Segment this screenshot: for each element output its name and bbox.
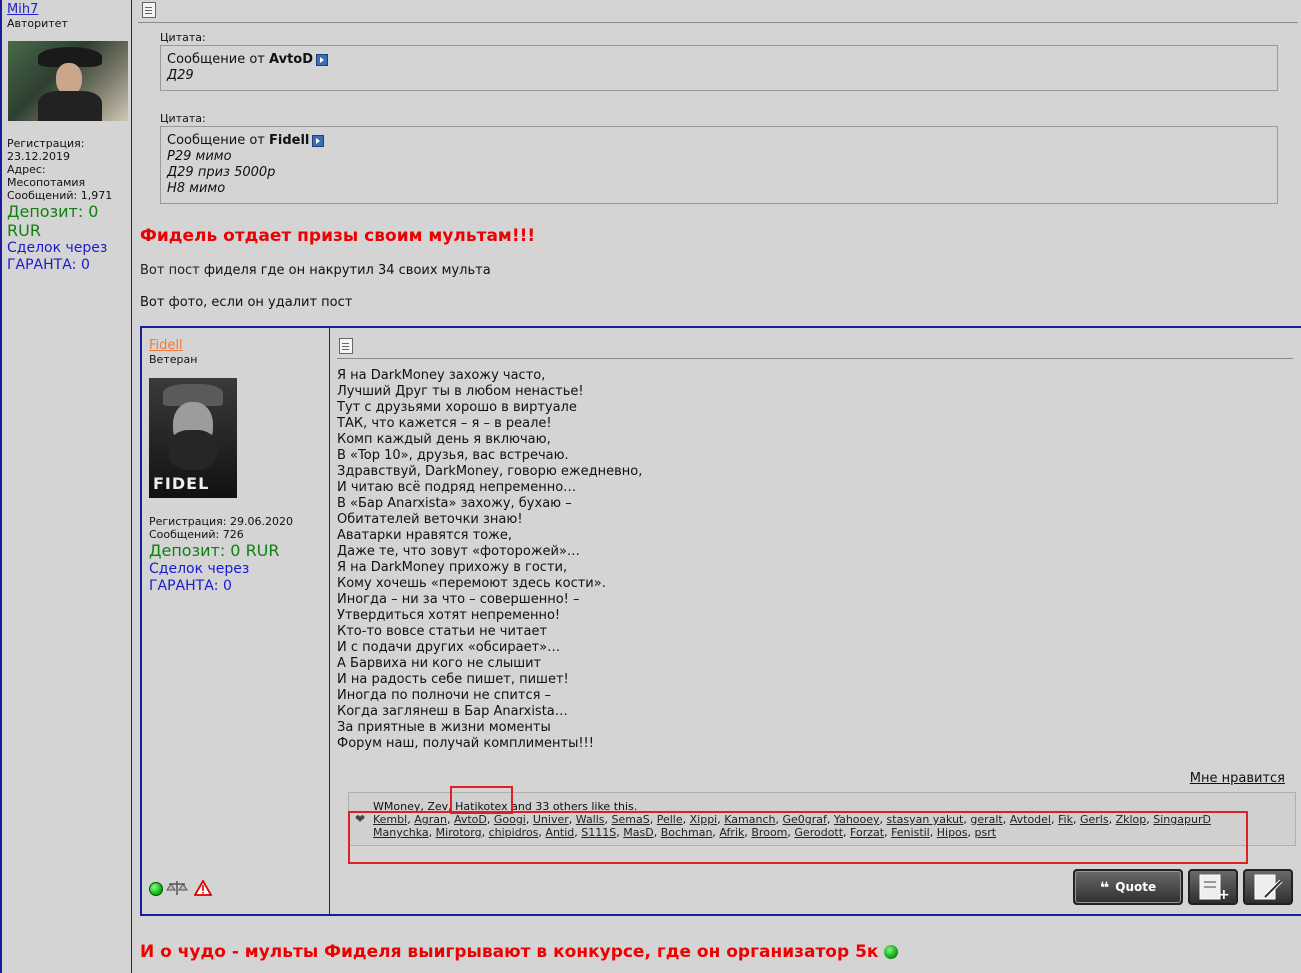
embedded-post-screenshot: Fidell Ветеран FIDEL Регистрация: 29.06.… <box>140 326 1301 916</box>
outer-user-address: Адрес: Месопотамия <box>7 163 86 189</box>
highlight-box-name <box>450 786 513 814</box>
outer-user-posts: Сообщений: 1,971 <box>7 189 113 202</box>
inner-post-icon <box>339 338 353 354</box>
quote-line: Р29 мимо <box>167 149 232 164</box>
inner-avatar-text: FIDEL <box>153 474 210 493</box>
quote-line: Д29 приз 5000р <box>167 165 276 180</box>
view-post-arrow-icon[interactable] <box>312 134 325 147</box>
svg-text:+: + <box>1218 887 1230 901</box>
quote-line: Н8 мимо <box>167 181 226 196</box>
reply-button[interactable] <box>1243 869 1293 905</box>
post-link-line: Вот пост фиделя где он накрутил 34 своих… <box>140 263 491 278</box>
outer-user-rank: Авторитет <box>7 17 68 30</box>
quote-box: Сообщение от Fidell Р29 мимо Д29 приз 50… <box>160 126 1278 204</box>
headline-contest-text: И о чудо - мульты Фиделя выигрывают в ко… <box>140 942 879 962</box>
inner-user-panel: Fidell Ветеран FIDEL Регистрация: 29.06.… <box>142 328 330 914</box>
inner-username-link[interactable]: Fidell <box>149 338 183 353</box>
inner-user-avatar: FIDEL <box>149 378 237 498</box>
like-link[interactable]: Мне нравится <box>1190 771 1285 786</box>
post-content: Цитата: Сообщение от AvtoD Д29 Цитата: С… <box>138 0 1301 973</box>
headline-prizes: Фидель отдает призы своим мультам!!! <box>140 226 536 246</box>
inner-user-rank: Ветеран <box>149 353 198 366</box>
inner-user-posts: Сообщений: 726 <box>149 528 244 541</box>
post-link[interactable]: Вот пост <box>140 263 200 278</box>
inner-user-reg: Регистрация: 29.06.2020 <box>149 515 293 528</box>
quote-label: Цитата: <box>160 112 206 125</box>
quote-label: Цитата: <box>160 31 206 44</box>
quote-line: Д29 <box>167 68 194 83</box>
post-icon <box>142 2 156 18</box>
outer-username-link[interactable]: Mih7 <box>7 2 38 17</box>
multi-quote-button[interactable]: + <box>1188 869 1238 905</box>
inner-user-deposit: Депозит: 0 RUR <box>149 541 280 560</box>
photo-text: Вот фото, если он удалит пост <box>140 295 353 310</box>
quote-marks-icon: ❝ <box>1099 877 1110 897</box>
quote-from-prefix: Сообщение от <box>167 52 265 67</box>
edit-pencil-icon <box>1254 874 1283 900</box>
smiley-icon <box>884 945 899 959</box>
outer-user-deposit-currency: RUR <box>7 221 41 240</box>
quote-author: Fidell <box>269 133 310 148</box>
inner-post-divider <box>337 358 1293 359</box>
online-status-icon <box>149 882 163 896</box>
highlight-box-likers <box>348 811 1248 864</box>
post-divider <box>138 22 1298 23</box>
report-warning-icon[interactable] <box>194 880 212 896</box>
headline-contest: И о чудо - мульты Фиделя выигрывают в ко… <box>140 942 899 962</box>
view-post-arrow-icon[interactable] <box>316 53 329 66</box>
quote-button-label: Quote <box>1115 880 1157 894</box>
outer-user-reg-date: 23.12.2019 <box>7 150 70 163</box>
quote-box: Сообщение от AvtoD Д29 <box>160 45 1278 91</box>
outer-user-panel: Mih7 Авторитет Регистрация: 23.12.2019 А… <box>0 0 132 973</box>
inner-user-guarantor: ГАРАНТА: 0 <box>149 578 232 594</box>
outer-user-deposit: Депозит: 0 <box>7 202 99 221</box>
multiquote-icon: + <box>1199 874 1230 901</box>
quote-from-prefix: Сообщение от <box>167 133 265 148</box>
inner-user-deals: Сделок через <box>149 561 250 577</box>
quote-author: AvtoD <box>269 52 314 67</box>
outer-user-reg-label: Регистрация: <box>7 137 85 150</box>
poem-text: Я на DarkMoney захожу часто, Лучший Друг… <box>337 368 643 751</box>
outer-user-deals: Сделок через <box>7 240 108 256</box>
outer-user-avatar <box>8 41 128 121</box>
outer-user-guarantor: ГАРАНТА: 0 <box>7 257 90 273</box>
post-link-rest: фиделя где он накрутил 34 своих мульта <box>199 263 491 278</box>
reputation-scales-icon[interactable] <box>166 879 188 897</box>
quote-button[interactable]: ❝ Quote <box>1073 869 1183 905</box>
